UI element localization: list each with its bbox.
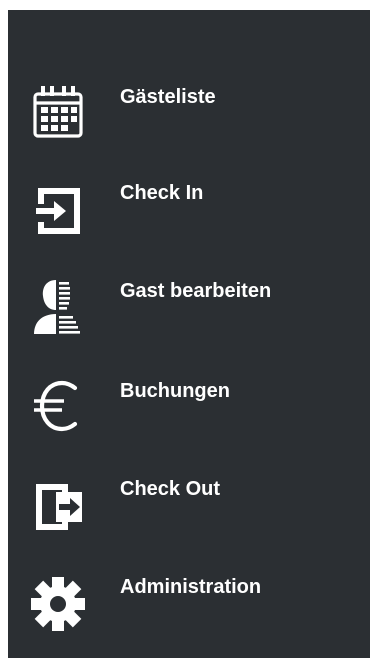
sidebar-item-label: Buchungen bbox=[120, 380, 230, 402]
page: Gästeliste Check In Gast bearbeiten Buch… bbox=[0, 0, 374, 658]
euro-icon bbox=[28, 376, 88, 436]
sidebar-item-label: Gast bearbeiten bbox=[120, 280, 272, 302]
sidebar-item-administration[interactable]: Administration bbox=[8, 566, 370, 646]
sidebar-item-label: Gästeliste bbox=[120, 86, 216, 108]
user-edit-icon bbox=[28, 276, 88, 336]
sidebar-item-label: Check In bbox=[120, 182, 204, 204]
sidebar-item-gast-bearbeiten[interactable]: Gast bearbeiten bbox=[8, 270, 370, 350]
sidebar-item-check-out[interactable]: Check Out bbox=[8, 468, 370, 548]
sidebar-nav: Gästeliste Check In Gast bearbeiten Buch… bbox=[8, 10, 370, 658]
sidebar-item-gaesteliste[interactable]: Gästeliste bbox=[8, 76, 370, 156]
calendar-grid-icon bbox=[28, 82, 88, 142]
sidebar-item-label: Administration bbox=[120, 576, 262, 598]
gear-icon bbox=[28, 572, 88, 632]
sidebar-item-check-in[interactable]: Check In bbox=[8, 172, 370, 252]
sidebar-item-label: Check Out bbox=[120, 478, 221, 500]
sidebar-item-buchungen[interactable]: Buchungen bbox=[8, 370, 370, 450]
sign-out-icon bbox=[28, 474, 88, 534]
sign-in-icon bbox=[28, 178, 88, 238]
